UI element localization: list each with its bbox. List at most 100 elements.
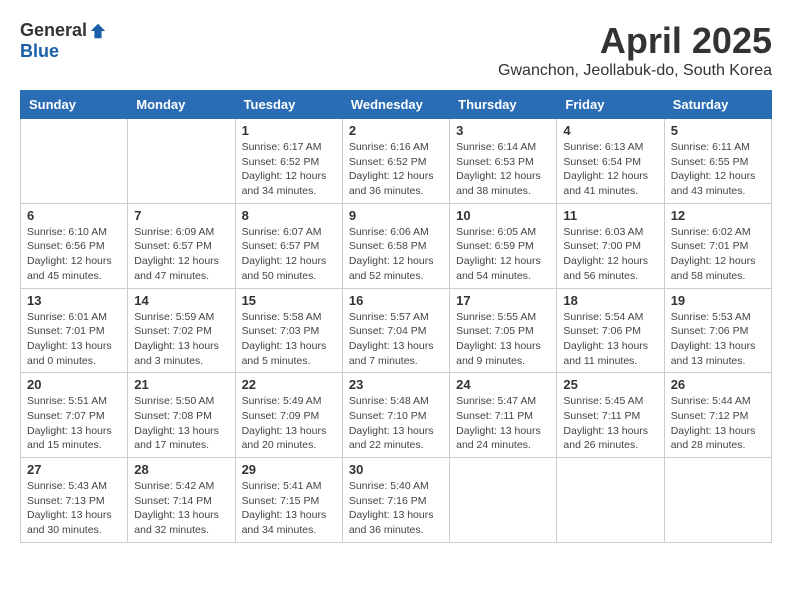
day-number: 27 bbox=[27, 462, 121, 477]
calendar-day-cell bbox=[128, 119, 235, 204]
day-info: Sunrise: 5:42 AM Sunset: 7:14 PM Dayligh… bbox=[134, 479, 228, 538]
day-number: 22 bbox=[242, 377, 336, 392]
calendar-day-cell: 8 Sunrise: 6:07 AM Sunset: 6:57 PM Daylig… bbox=[235, 203, 342, 288]
calendar-day-cell: 22Sunrise: 5:49 AM Sunset: 7:09 PM Dayli… bbox=[235, 373, 342, 458]
calendar-day-cell: 23 Sunrise: 5:48 AM Sunset: 7:10 PM Dayli… bbox=[342, 373, 449, 458]
day-number: 8 bbox=[242, 208, 336, 223]
page-header: General Blue April 2025 Gwanchon, Jeolla… bbox=[20, 20, 772, 80]
day-info: Sunrise: 6:16 AM Sunset: 6:52 PM Dayligh… bbox=[349, 140, 443, 199]
calendar-table: SundayMondayTuesdayWednesdayThursdayFrid… bbox=[20, 90, 772, 543]
calendar-day-cell: 18 Sunrise: 5:54 AM Sunset: 7:06 PM Dayli… bbox=[557, 288, 664, 373]
day-number: 18 bbox=[563, 293, 657, 308]
calendar-day-cell: 13 Sunrise: 6:01 AM Sunset: 7:01 PM Dayli… bbox=[21, 288, 128, 373]
weekday-header: Friday bbox=[557, 91, 664, 119]
calendar-day-cell bbox=[450, 458, 557, 543]
calendar-day-cell: 29 Sunrise: 5:41 AM Sunset: 7:15 PM Dayli… bbox=[235, 458, 342, 543]
calendar-day-cell: 10Sunrise: 6:05 AM Sunset: 6:59 PM Dayli… bbox=[450, 203, 557, 288]
day-number: 2 bbox=[349, 123, 443, 138]
day-info: Sunrise: 5:53 AM Sunset: 7:06 PM Dayligh… bbox=[671, 310, 765, 369]
calendar-day-cell: 24 Sunrise: 5:47 AM Sunset: 7:11 PM Dayli… bbox=[450, 373, 557, 458]
calendar-day-cell: 9Sunrise: 6:06 AM Sunset: 6:58 PM Daylig… bbox=[342, 203, 449, 288]
logo-icon bbox=[89, 22, 107, 40]
day-number: 15 bbox=[242, 293, 336, 308]
calendar-week-row: 20 Sunrise: 5:51 AM Sunset: 7:07 PM Dayli… bbox=[21, 373, 772, 458]
weekday-header: Saturday bbox=[664, 91, 771, 119]
day-info: Sunrise: 6:01 AM Sunset: 7:01 PM Dayligh… bbox=[27, 310, 121, 369]
day-info: Sunrise: 6:10 AM Sunset: 6:56 PM Dayligh… bbox=[27, 225, 121, 284]
weekday-header: Thursday bbox=[450, 91, 557, 119]
day-info: Sunrise: 5:55 AM Sunset: 7:05 PM Dayligh… bbox=[456, 310, 550, 369]
day-number: 19 bbox=[671, 293, 765, 308]
calendar-day-cell: 16 Sunrise: 5:57 AM Sunset: 7:04 PM Dayli… bbox=[342, 288, 449, 373]
day-info: Sunrise: 5:47 AM Sunset: 7:11 PM Dayligh… bbox=[456, 394, 550, 453]
day-number: 13 bbox=[27, 293, 121, 308]
calendar-week-row: 13 Sunrise: 6:01 AM Sunset: 7:01 PM Dayli… bbox=[21, 288, 772, 373]
calendar-day-cell: 7 Sunrise: 6:09 AM Sunset: 6:57 PM Daylig… bbox=[128, 203, 235, 288]
day-number: 9 bbox=[349, 208, 443, 223]
page-subtitle: Gwanchon, Jeollabuk-do, South Korea bbox=[498, 62, 772, 80]
day-info: Sunrise: 5:44 AM Sunset: 7:12 PM Dayligh… bbox=[671, 394, 765, 453]
calendar-day-cell bbox=[21, 119, 128, 204]
day-info: Sunrise: 6:07 AM Sunset: 6:57 PM Dayligh… bbox=[242, 225, 336, 284]
day-number: 30 bbox=[349, 462, 443, 477]
weekday-header: Wednesday bbox=[342, 91, 449, 119]
calendar-day-cell: 28 Sunrise: 5:42 AM Sunset: 7:14 PM Dayli… bbox=[128, 458, 235, 543]
weekday-header: Tuesday bbox=[235, 91, 342, 119]
logo: General Blue bbox=[20, 20, 107, 62]
calendar-day-cell: 21 Sunrise: 5:50 AM Sunset: 7:08 PM Dayli… bbox=[128, 373, 235, 458]
day-info: Sunrise: 5:59 AM Sunset: 7:02 PM Dayligh… bbox=[134, 310, 228, 369]
calendar-day-cell: 12 Sunrise: 6:02 AM Sunset: 7:01 PM Dayli… bbox=[664, 203, 771, 288]
day-number: 4 bbox=[563, 123, 657, 138]
page-title: April 2025 bbox=[498, 20, 772, 62]
calendar-week-row: 6 Sunrise: 6:10 AM Sunset: 6:56 PM Daylig… bbox=[21, 203, 772, 288]
day-number: 24 bbox=[456, 377, 550, 392]
day-info: Sunrise: 5:43 AM Sunset: 7:13 PM Dayligh… bbox=[27, 479, 121, 538]
day-info: Sunrise: 6:02 AM Sunset: 7:01 PM Dayligh… bbox=[671, 225, 765, 284]
calendar-day-cell: 15 Sunrise: 5:58 AM Sunset: 7:03 PM Dayli… bbox=[235, 288, 342, 373]
calendar-day-cell bbox=[557, 458, 664, 543]
calendar-day-cell: 27 Sunrise: 5:43 AM Sunset: 7:13 PM Dayli… bbox=[21, 458, 128, 543]
day-info: Sunrise: 6:17 AM Sunset: 6:52 PM Dayligh… bbox=[242, 140, 336, 199]
day-info: Sunrise: 5:48 AM Sunset: 7:10 PM Dayligh… bbox=[349, 394, 443, 453]
logo-blue-text: Blue bbox=[20, 41, 59, 62]
day-info: Sunrise: 5:40 AM Sunset: 7:16 PM Dayligh… bbox=[349, 479, 443, 538]
calendar-day-cell: 20 Sunrise: 5:51 AM Sunset: 7:07 PM Dayli… bbox=[21, 373, 128, 458]
logo-general-text: General bbox=[20, 20, 87, 41]
day-info: Sunrise: 5:51 AM Sunset: 7:07 PM Dayligh… bbox=[27, 394, 121, 453]
day-number: 20 bbox=[27, 377, 121, 392]
day-info: Sunrise: 5:50 AM Sunset: 7:08 PM Dayligh… bbox=[134, 394, 228, 453]
day-number: 7 bbox=[134, 208, 228, 223]
day-number: 11 bbox=[563, 208, 657, 223]
day-info: Sunrise: 6:13 AM Sunset: 6:54 PM Dayligh… bbox=[563, 140, 657, 199]
day-number: 21 bbox=[134, 377, 228, 392]
calendar-day-cell: 5Sunrise: 6:11 AM Sunset: 6:55 PM Daylig… bbox=[664, 119, 771, 204]
calendar-day-cell: 1 Sunrise: 6:17 AM Sunset: 6:52 PM Daylig… bbox=[235, 119, 342, 204]
day-number: 17 bbox=[456, 293, 550, 308]
calendar-day-cell bbox=[664, 458, 771, 543]
day-number: 6 bbox=[27, 208, 121, 223]
calendar-day-cell: 30 Sunrise: 5:40 AM Sunset: 7:16 PM Dayli… bbox=[342, 458, 449, 543]
day-info: Sunrise: 5:57 AM Sunset: 7:04 PM Dayligh… bbox=[349, 310, 443, 369]
day-info: Sunrise: 5:41 AM Sunset: 7:15 PM Dayligh… bbox=[242, 479, 336, 538]
day-number: 23 bbox=[349, 377, 443, 392]
day-number: 12 bbox=[671, 208, 765, 223]
calendar-header-row: SundayMondayTuesdayWednesdayThursdayFrid… bbox=[21, 91, 772, 119]
day-info: Sunrise: 6:09 AM Sunset: 6:57 PM Dayligh… bbox=[134, 225, 228, 284]
calendar-week-row: 27 Sunrise: 5:43 AM Sunset: 7:13 PM Dayli… bbox=[21, 458, 772, 543]
day-number: 29 bbox=[242, 462, 336, 477]
day-info: Sunrise: 5:58 AM Sunset: 7:03 PM Dayligh… bbox=[242, 310, 336, 369]
calendar-day-cell: 25Sunrise: 5:45 AM Sunset: 7:11 PM Dayli… bbox=[557, 373, 664, 458]
day-number: 16 bbox=[349, 293, 443, 308]
day-number: 1 bbox=[242, 123, 336, 138]
day-number: 3 bbox=[456, 123, 550, 138]
calendar-day-cell: 2 Sunrise: 6:16 AM Sunset: 6:52 PM Daylig… bbox=[342, 119, 449, 204]
day-number: 28 bbox=[134, 462, 228, 477]
day-number: 5 bbox=[671, 123, 765, 138]
day-number: 14 bbox=[134, 293, 228, 308]
day-info: Sunrise: 5:54 AM Sunset: 7:06 PM Dayligh… bbox=[563, 310, 657, 369]
title-block: April 2025 Gwanchon, Jeollabuk-do, South… bbox=[498, 20, 772, 80]
calendar-day-cell: 3Sunrise: 6:14 AM Sunset: 6:53 PM Daylig… bbox=[450, 119, 557, 204]
day-info: Sunrise: 6:03 AM Sunset: 7:00 PM Dayligh… bbox=[563, 225, 657, 284]
calendar-day-cell: 17 Sunrise: 5:55 AM Sunset: 7:05 PM Dayli… bbox=[450, 288, 557, 373]
day-info: Sunrise: 5:45 AM Sunset: 7:11 PM Dayligh… bbox=[563, 394, 657, 453]
